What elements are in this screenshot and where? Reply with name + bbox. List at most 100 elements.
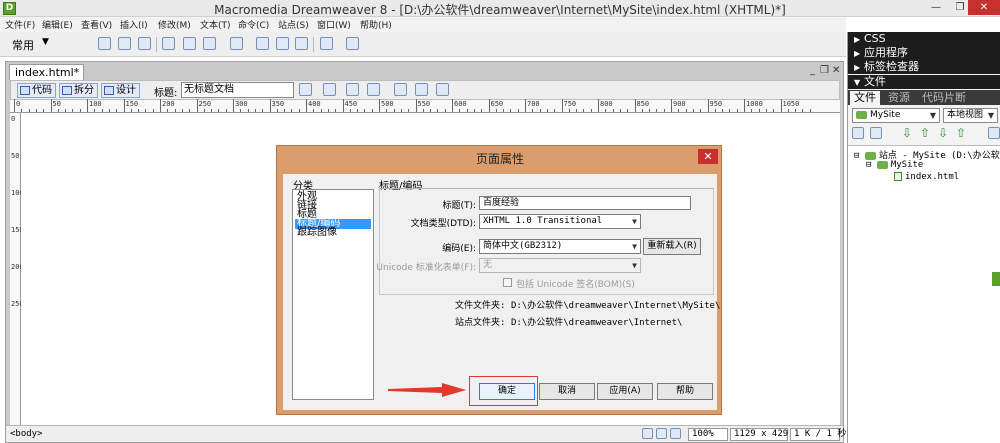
panel-files[interactable]: ▼ 文件 bbox=[848, 75, 1000, 89]
site-select[interactable]: MySite ▼ bbox=[852, 108, 940, 123]
connect-icon[interactable] bbox=[852, 127, 864, 139]
tab-assets[interactable]: 资源 bbox=[884, 91, 914, 105]
tab-snippets[interactable]: 代码片断 bbox=[918, 91, 970, 105]
chevron-down-icon: ▼ bbox=[929, 111, 936, 120]
tree-file[interactable]: index.html bbox=[894, 172, 959, 182]
ruler-tick bbox=[247, 109, 249, 112]
view-options-icon[interactable] bbox=[415, 83, 428, 96]
hand-tool-icon[interactable] bbox=[656, 428, 667, 439]
panel-tag-inspector[interactable]: ▶ 标签检查器 bbox=[848, 60, 1000, 74]
validate-icon[interactable] bbox=[323, 83, 336, 96]
email-link-icon[interactable] bbox=[118, 37, 131, 50]
expand-panel-icon[interactable] bbox=[988, 127, 1000, 139]
ruler-tick bbox=[379, 99, 380, 112]
comment-icon[interactable] bbox=[276, 37, 289, 50]
collapse-icon: ⊟ bbox=[854, 151, 865, 161]
ruler-tick bbox=[364, 109, 366, 112]
script-icon[interactable] bbox=[346, 37, 359, 50]
cancel-button[interactable]: 取消 bbox=[539, 383, 595, 400]
refresh-icon[interactable] bbox=[870, 127, 882, 139]
template-icon[interactable] bbox=[295, 37, 308, 50]
code-view-label: 代码 bbox=[32, 85, 52, 96]
menu-edit[interactable]: 编辑(E) bbox=[42, 18, 73, 31]
split-view-button[interactable]: 拆分 bbox=[59, 83, 98, 98]
chevron-down-icon: ▼ bbox=[632, 261, 637, 270]
menu-modify[interactable]: 修改(M) bbox=[158, 18, 191, 31]
panel-application-label: 应用程序 bbox=[864, 46, 908, 59]
doctype-select[interactable]: XHTML 1.0 Transitional ▼ bbox=[479, 214, 641, 229]
ruler-tick bbox=[400, 109, 402, 112]
reload-button[interactable]: 重新载入(R) bbox=[643, 238, 701, 255]
doc-restore-button[interactable]: ❐ bbox=[820, 65, 829, 76]
date-icon[interactable] bbox=[256, 37, 269, 50]
ruler-tick bbox=[145, 109, 147, 112]
panel-collapse-handle[interactable] bbox=[992, 272, 1000, 286]
apply-button[interactable]: 应用(A) bbox=[597, 383, 653, 400]
file-management-icon[interactable] bbox=[346, 83, 359, 96]
ruler-tick bbox=[108, 109, 110, 112]
menu-file[interactable]: 文件(F) bbox=[5, 18, 35, 31]
menu-view[interactable]: 查看(V) bbox=[81, 18, 112, 31]
ruler-label: 500 bbox=[381, 100, 394, 108]
design-view-button[interactable]: 设计 bbox=[101, 83, 140, 98]
dialog-close-button[interactable]: ✕ bbox=[698, 149, 718, 164]
window-size-select[interactable]: 1129 x 429 bbox=[730, 428, 788, 441]
no-browser-check-icon[interactable] bbox=[299, 83, 312, 96]
chevron-down-icon[interactable]: ▼ bbox=[42, 37, 49, 47]
ruler-tick bbox=[181, 109, 183, 112]
select-tool-icon[interactable] bbox=[642, 428, 653, 439]
zoom-select[interactable]: 100% bbox=[688, 428, 728, 441]
bom-checkbox[interactable] bbox=[503, 278, 512, 287]
ruler-tick bbox=[619, 109, 621, 112]
ruler-tick bbox=[189, 109, 191, 112]
ruler-tick bbox=[57, 109, 59, 112]
zoom-tool-icon[interactable] bbox=[670, 428, 681, 439]
menu-commands[interactable]: 命令(C) bbox=[238, 18, 269, 31]
menu-site[interactable]: 站点(S) bbox=[278, 18, 309, 31]
unicode-form-select[interactable]: 无 ▼ bbox=[479, 258, 641, 273]
preview-browser-icon[interactable] bbox=[367, 83, 380, 96]
menu-text[interactable]: 文本(T) bbox=[200, 18, 231, 31]
doc-close-button[interactable]: ✕ bbox=[832, 65, 840, 76]
panel-application[interactable]: ▶ 应用程序 bbox=[848, 46, 1000, 60]
category-tracing-image[interactable]: 跟踪图像 bbox=[295, 228, 371, 238]
code-view-button[interactable]: 代码 bbox=[17, 83, 56, 98]
ruler-tick bbox=[634, 99, 636, 112]
help-button[interactable]: 帮助 bbox=[657, 383, 713, 400]
menu-help[interactable]: 帮助(H) bbox=[360, 18, 392, 31]
menu-window[interactable]: 窗口(W) bbox=[317, 18, 351, 31]
check-in-icon[interactable]: ⇧ bbox=[956, 127, 968, 139]
image-icon[interactable] bbox=[203, 37, 216, 50]
ruler-tick bbox=[722, 109, 724, 112]
ruler-tick bbox=[196, 99, 198, 112]
document-tab[interactable]: index.html* bbox=[9, 64, 84, 80]
layer-icon[interactable] bbox=[183, 37, 196, 50]
put-files-icon[interactable]: ⇧ bbox=[920, 127, 932, 139]
view-select[interactable]: 本地视图 ▼ bbox=[943, 108, 998, 123]
head-content-icon[interactable] bbox=[320, 37, 333, 50]
panel-css[interactable]: ▶ CSS bbox=[848, 32, 1000, 46]
toolbar-divider bbox=[156, 37, 157, 52]
site-select-value: MySite bbox=[870, 110, 901, 120]
tag-selector[interactable]: <body> bbox=[10, 429, 43, 439]
hyperlink-icon[interactable] bbox=[98, 37, 111, 50]
close-button[interactable]: ✕ bbox=[968, 0, 1000, 15]
ruler-label: 1000 bbox=[746, 100, 763, 108]
media-icon[interactable] bbox=[230, 37, 243, 50]
encoding-select[interactable]: 简体中文(GB2312) ▼ bbox=[479, 239, 641, 254]
title-field-input[interactable]: 百度经验 bbox=[479, 196, 691, 210]
check-out-icon[interactable]: ⇩ bbox=[938, 127, 950, 139]
visual-aids-icon[interactable] bbox=[436, 83, 449, 96]
refresh-icon[interactable] bbox=[394, 83, 407, 96]
table-icon[interactable] bbox=[162, 37, 175, 50]
get-files-icon[interactable]: ⇩ bbox=[902, 127, 914, 139]
ruler-tick bbox=[729, 109, 731, 112]
insert-category-select[interactable]: 常用 bbox=[12, 37, 34, 53]
doc-minimize-button[interactable]: _ bbox=[810, 65, 815, 76]
menu-insert[interactable]: 插入(I) bbox=[120, 18, 148, 31]
named-anchor-icon[interactable] bbox=[138, 37, 151, 50]
doc-title-input[interactable]: 无标题文档 bbox=[181, 82, 294, 98]
ruler-tick bbox=[576, 109, 578, 112]
tree-folder[interactable]: ⊟ MySite bbox=[866, 160, 923, 170]
tab-files[interactable]: 文件 bbox=[850, 91, 880, 105]
